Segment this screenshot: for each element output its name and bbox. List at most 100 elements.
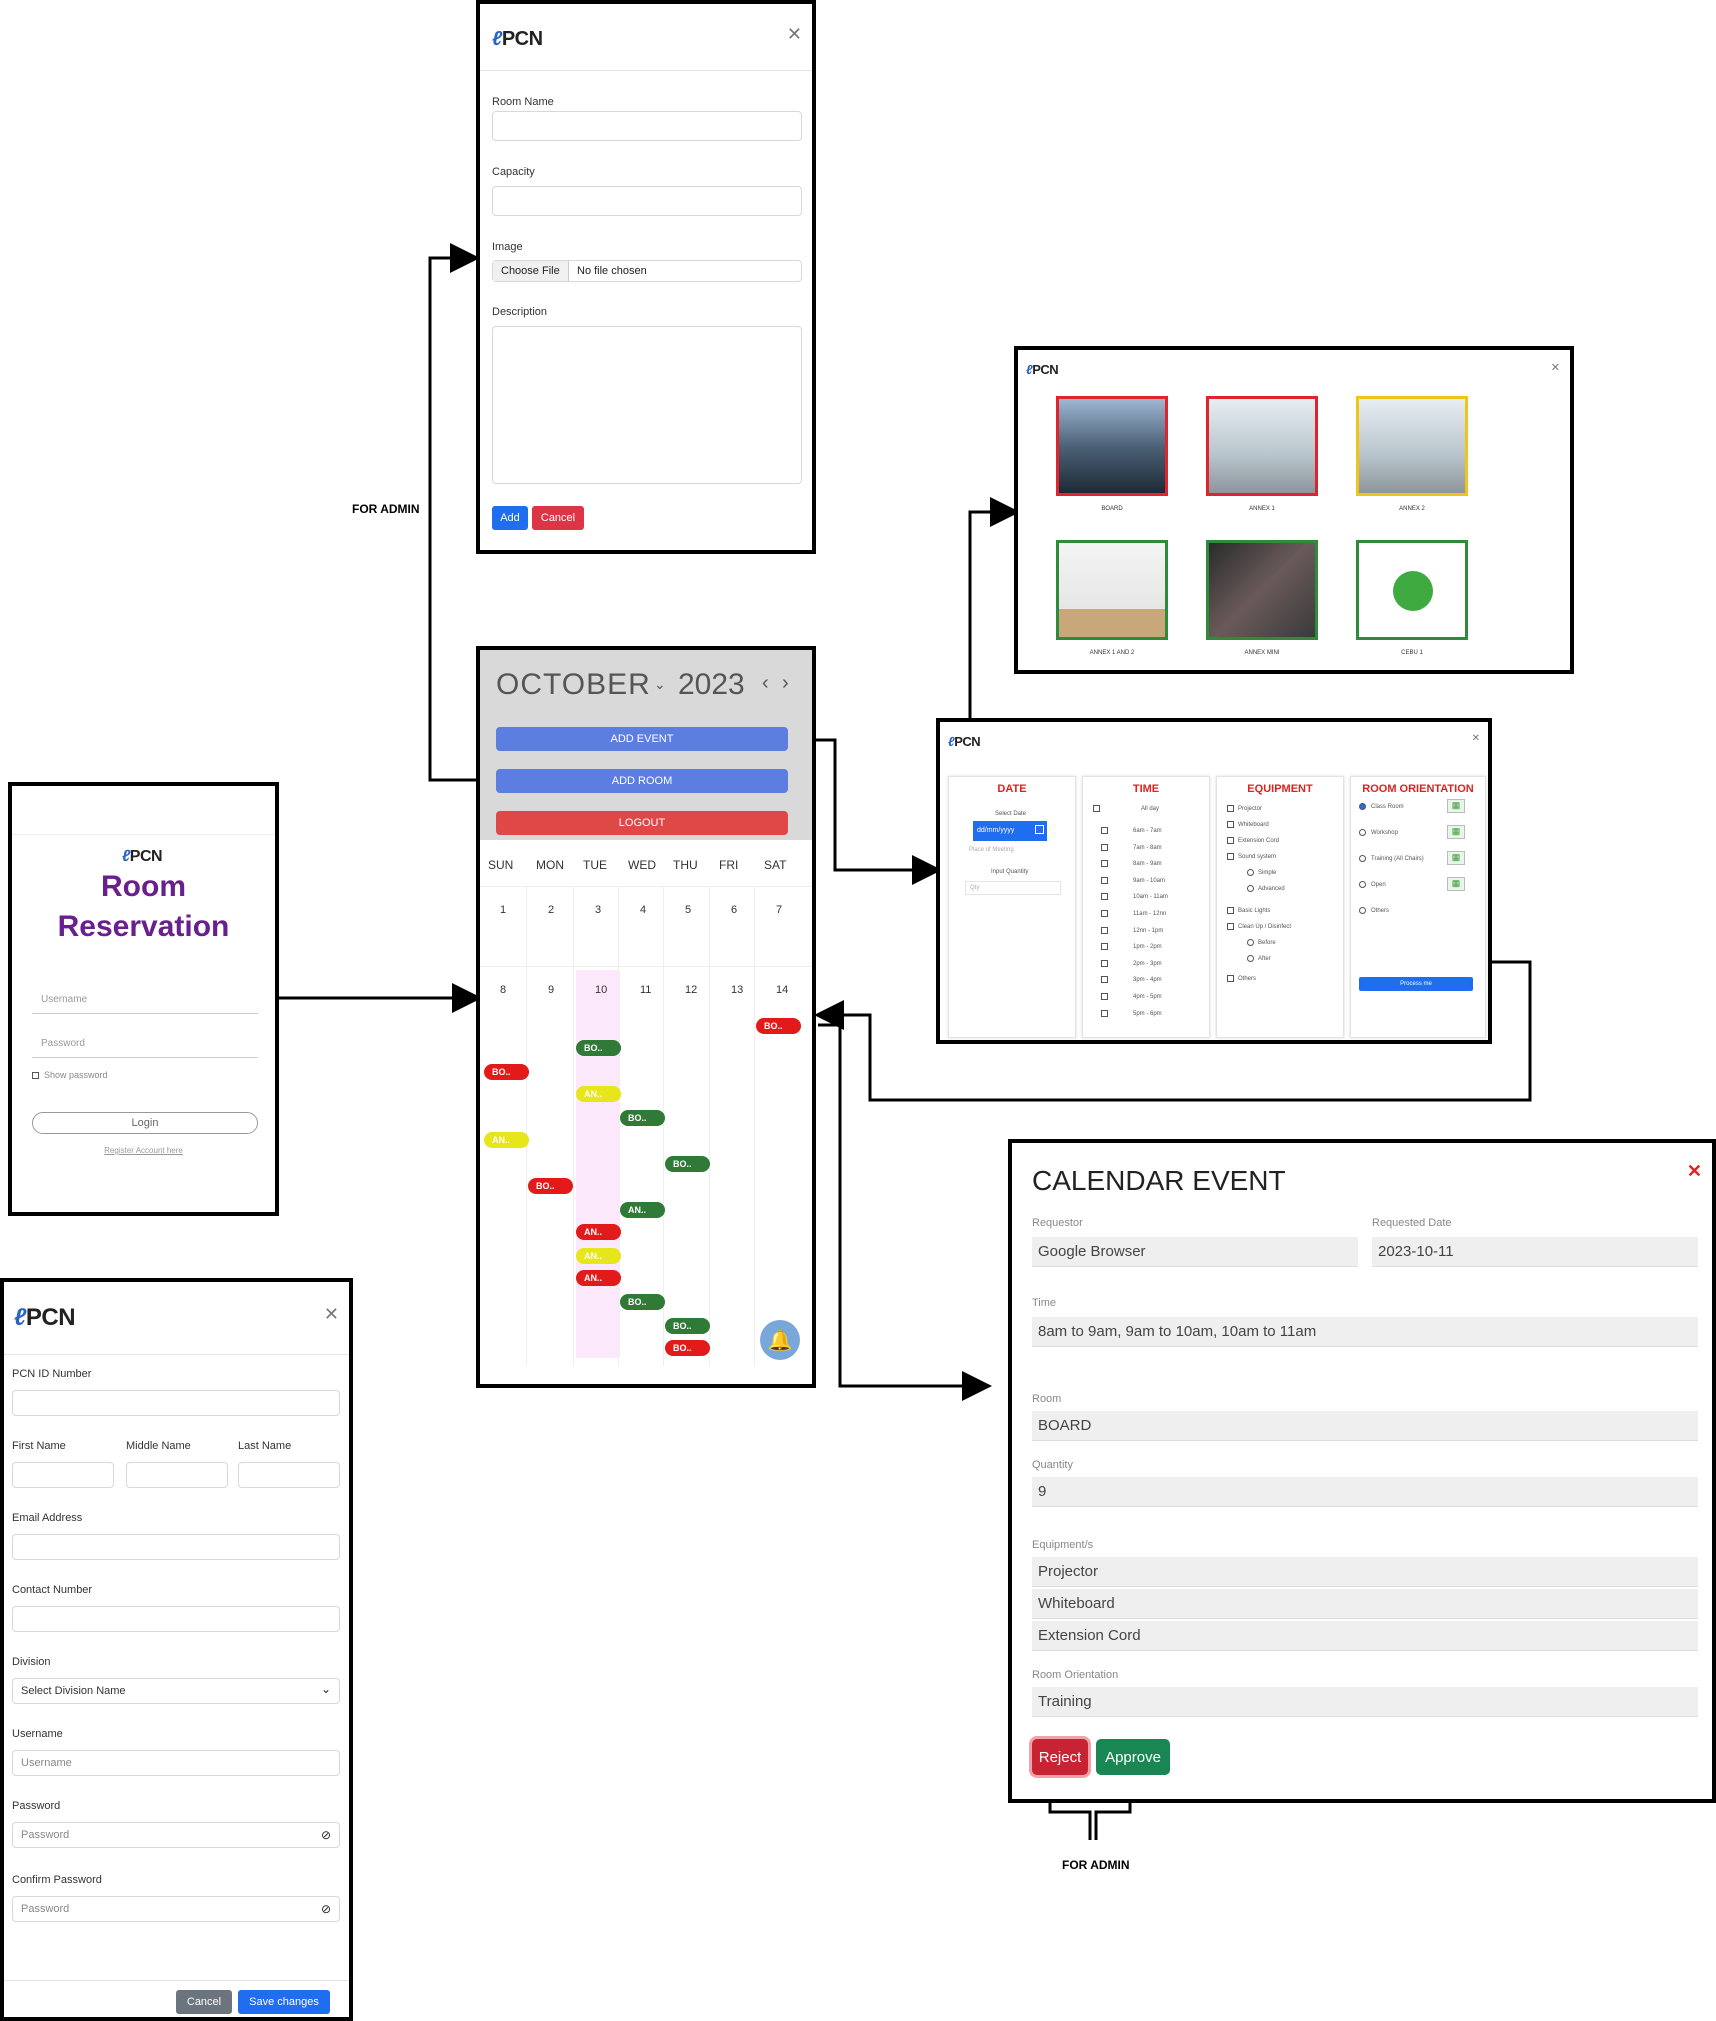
room-name-label: Room Name	[492, 96, 554, 108]
room-card[interactable]	[1056, 396, 1168, 496]
equipment-checkbox[interactable]	[1227, 805, 1234, 812]
event-pill[interactable]: BO..	[576, 1040, 621, 1056]
date-heading: DATE	[997, 783, 1027, 795]
room-card[interactable]	[1056, 540, 1168, 640]
middle-name-input[interactable]	[126, 1462, 228, 1488]
event-pill[interactable]: BO..	[756, 1018, 801, 1034]
eye-slash-icon[interactable]: ⊘	[321, 1828, 331, 1842]
equipment-radio[interactable]	[1247, 869, 1254, 876]
orientation-radio[interactable]	[1359, 881, 1366, 888]
process-button[interactable]: Process me	[1359, 977, 1473, 991]
time-checkbox[interactable]	[1101, 959, 1108, 967]
equipment-checkbox[interactable]	[1227, 923, 1234, 930]
orientation-radio[interactable]	[1359, 829, 1366, 836]
close-icon[interactable]: ✕	[787, 26, 802, 44]
orientation-radio[interactable]	[1359, 855, 1366, 862]
equipment-checkbox[interactable]	[1227, 907, 1234, 914]
time-checkbox[interactable]	[1101, 860, 1108, 868]
login-button[interactable]: Login	[32, 1112, 258, 1134]
password-input[interactable]: Password	[32, 1038, 258, 1058]
event-pill[interactable]: AN..	[576, 1248, 621, 1264]
email-input[interactable]	[12, 1534, 340, 1560]
event-pill[interactable]: BO..	[665, 1156, 710, 1172]
reject-button[interactable]: Reject	[1032, 1739, 1088, 1775]
division-select[interactable]: Select Division Name ⌄	[12, 1678, 340, 1704]
last-name-input[interactable]	[238, 1462, 340, 1488]
quantity-label: Quantity	[1032, 1459, 1073, 1471]
username-input[interactable]: Username	[12, 1750, 340, 1776]
image-file-input[interactable]: Choose File No file chosen	[492, 260, 802, 282]
time-checkbox[interactable]	[1101, 1009, 1108, 1017]
event-pill[interactable]: AN..	[576, 1224, 621, 1240]
time-checkbox[interactable]	[1101, 926, 1108, 934]
show-password-checkbox[interactable]	[32, 1072, 39, 1079]
room-card[interactable]	[1356, 540, 1468, 640]
eye-slash-icon[interactable]: ⊘	[321, 1902, 331, 1916]
bell-icon[interactable]: 🔔	[760, 1320, 800, 1360]
time-checkbox[interactable]	[1101, 976, 1108, 984]
equipment-checkbox[interactable]	[1227, 975, 1234, 982]
equipment-radio[interactable]	[1247, 955, 1254, 962]
time-checkbox[interactable]	[1101, 827, 1108, 834]
event-pill[interactable]: BO..	[484, 1064, 529, 1080]
event-pill[interactable]: BO..	[665, 1340, 710, 1356]
first-name-input[interactable]	[12, 1462, 114, 1488]
orientation-radio[interactable]	[1359, 803, 1366, 810]
orientation-heading: ROOM ORIENTATION	[1362, 783, 1474, 795]
password-input[interactable]: Password ⊘	[12, 1822, 340, 1848]
orientation-label: Room Orientation	[1032, 1669, 1119, 1681]
room-card[interactable]	[1206, 540, 1318, 640]
close-icon[interactable]: ✕	[1687, 1161, 1702, 1182]
event-pill[interactable]: AN..	[576, 1270, 621, 1286]
equipment-label: Basic Lights	[1238, 908, 1271, 914]
event-pill[interactable]: AN..	[484, 1132, 529, 1148]
confirm-password-input[interactable]: Password ⊘	[12, 1896, 340, 1922]
calendar-icon[interactable]	[1035, 825, 1044, 834]
description-textarea[interactable]	[492, 326, 802, 484]
close-icon[interactable]: ✕	[1472, 734, 1480, 744]
room-caption: ANNEX MINI	[1244, 650, 1280, 656]
equipment-label: Others	[1238, 976, 1257, 982]
approve-button[interactable]: Approve	[1096, 1739, 1170, 1775]
pcn-id-input[interactable]	[12, 1390, 340, 1416]
time-checkbox[interactable]	[1101, 843, 1108, 851]
cancel-button[interactable]: Cancel	[176, 1990, 232, 2014]
cancel-button[interactable]: Cancel	[532, 506, 584, 530]
orientation-radio[interactable]	[1359, 907, 1366, 914]
equipment-checkbox[interactable]	[1227, 853, 1234, 860]
choose-file-button[interactable]: Choose File	[493, 261, 569, 281]
qty-input[interactable]: Qty	[965, 881, 1061, 895]
equipment-checkbox[interactable]	[1227, 821, 1234, 828]
last-name-label: Last Name	[238, 1440, 292, 1452]
event-pill[interactable]: BO..	[620, 1294, 665, 1310]
event-pill[interactable]: BO..	[528, 1178, 573, 1194]
equipment-radio[interactable]	[1247, 885, 1254, 892]
time-checkbox[interactable]	[1101, 893, 1108, 901]
save-changes-button[interactable]: Save changes	[238, 1990, 330, 2014]
event-pill[interactable]: AN..	[576, 1086, 621, 1102]
time-checkbox[interactable]	[1101, 993, 1108, 1000]
event-pill[interactable]: AN..	[620, 1202, 665, 1218]
room-card[interactable]	[1206, 396, 1318, 496]
equipment-checkbox[interactable]	[1227, 837, 1234, 844]
room-card[interactable]	[1356, 396, 1468, 496]
close-icon[interactable]: ✕	[324, 1306, 339, 1324]
capacity-input[interactable]	[492, 186, 802, 216]
time-checkbox[interactable]	[1101, 943, 1108, 951]
room-name-input[interactable]	[492, 111, 802, 141]
equipment-radio[interactable]	[1247, 939, 1254, 946]
equipment-label: Extension Cord	[1238, 838, 1280, 844]
time-label: 1pm - 2pm	[1133, 944, 1162, 951]
add-button[interactable]: Add	[492, 506, 528, 530]
event-pill[interactable]: BO..	[620, 1110, 665, 1126]
contact-input[interactable]	[12, 1606, 340, 1632]
place-input[interactable]: Place of Meeting	[969, 847, 1014, 853]
orientation-column: ROOM ORIENTATION Class Room ▦ Workshop ▦ Tra…	[1350, 776, 1486, 1038]
all-day-checkbox[interactable]	[1093, 805, 1100, 812]
time-checkbox[interactable]	[1101, 876, 1108, 884]
username-input[interactable]: Username	[32, 994, 258, 1014]
quantity-field: 9	[1032, 1477, 1698, 1507]
time-checkbox[interactable]	[1101, 910, 1108, 917]
event-pill[interactable]: BO..	[665, 1318, 710, 1334]
register-link[interactable]: Register Account here	[12, 1146, 275, 1155]
